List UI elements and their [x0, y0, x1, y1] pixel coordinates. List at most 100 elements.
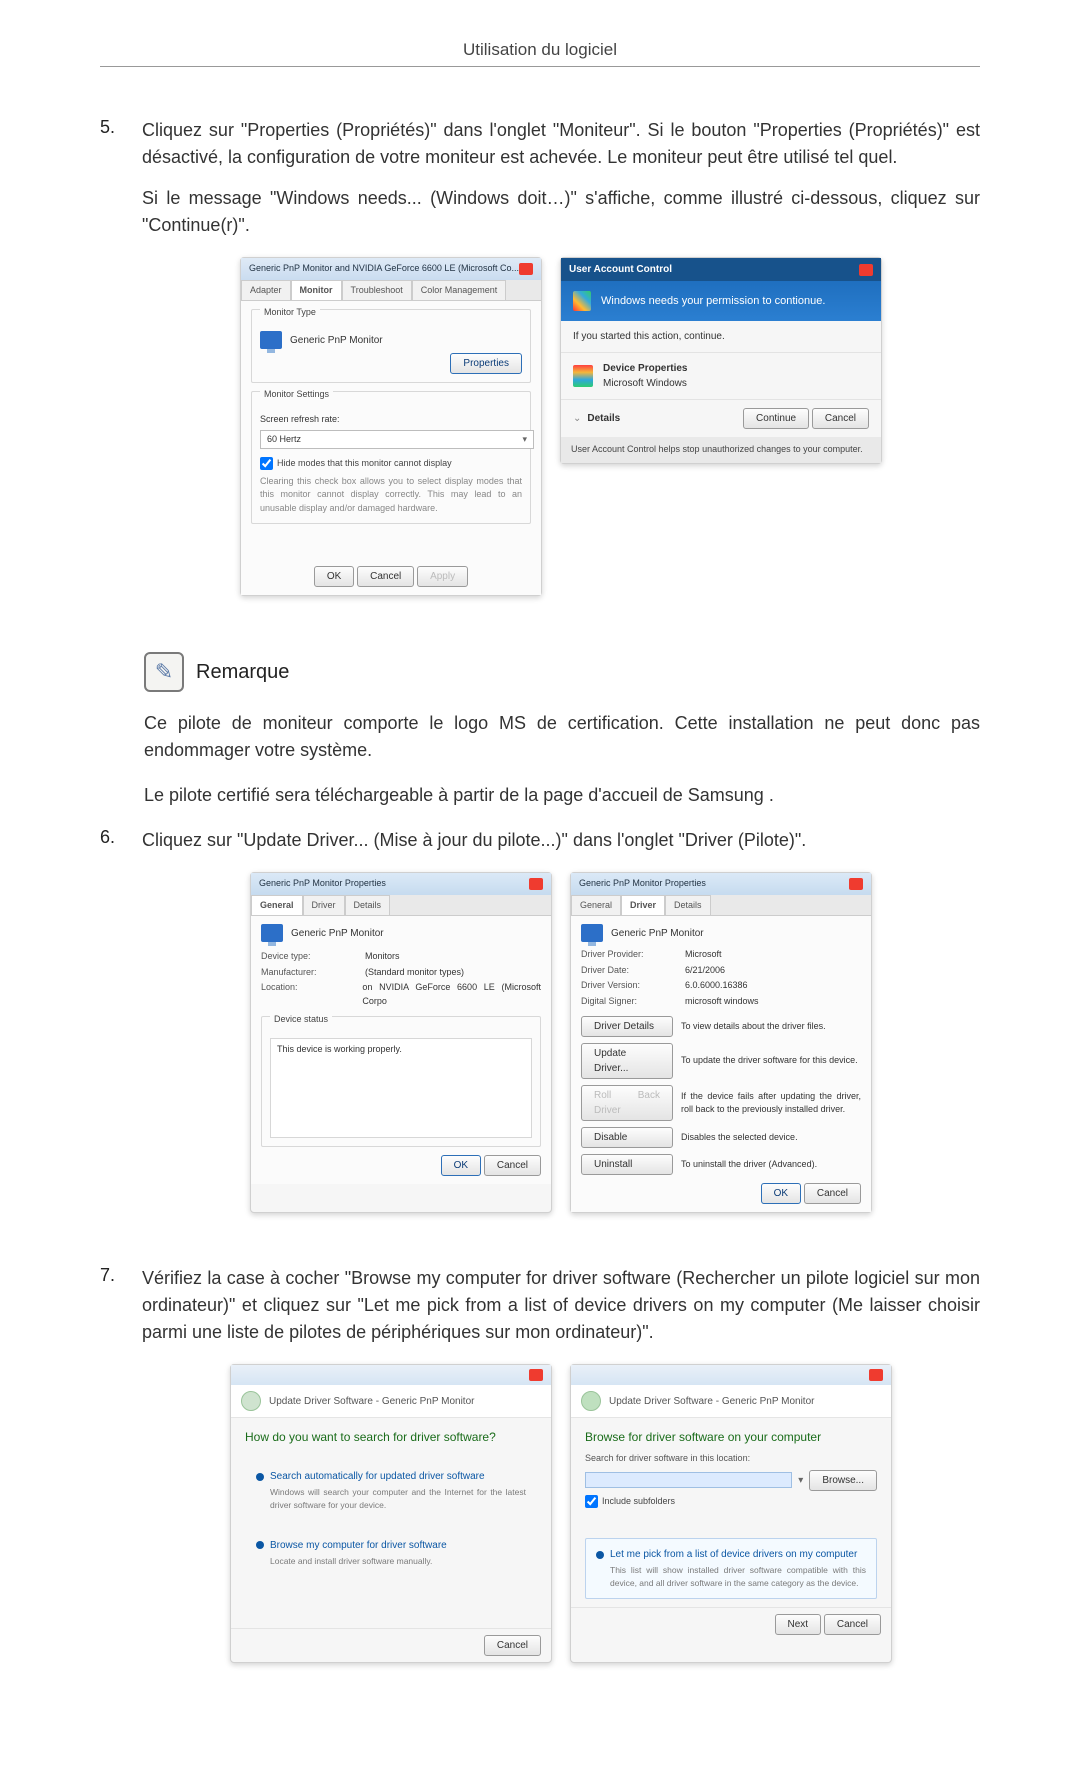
continue-button[interactable]: Continue: [743, 408, 809, 429]
cancel-button[interactable]: Cancel: [357, 566, 414, 587]
hide-modes-note: Clearing this check box allows you to se…: [260, 475, 522, 516]
properties-button[interactable]: Properties: [450, 353, 522, 374]
tab-driver[interactable]: Driver: [621, 895, 665, 916]
tab-driver[interactable]: Driver: [303, 895, 345, 916]
location-label: Search for driver software in this locat…: [571, 1452, 891, 1466]
include-subfolders-label: Include subfolders: [602, 1495, 675, 1509]
option-browse-my-computer[interactable]: Browse my computer for driver software L…: [245, 1529, 537, 1577]
ok-button[interactable]: OK: [761, 1183, 801, 1204]
close-icon[interactable]: [519, 263, 533, 275]
step5-para2: Si le message "Windows needs... (Windows…: [142, 185, 980, 239]
step-number: 5.: [100, 117, 142, 138]
value: (Standard monitor types): [365, 966, 464, 980]
close-icon[interactable]: [869, 1369, 883, 1381]
uac-publisher: Microsoft Windows: [603, 376, 688, 391]
back-button[interactable]: [581, 1391, 601, 1411]
tab-color-management[interactable]: Color Management: [412, 280, 507, 301]
refresh-rate-select[interactable]: 60 Hertz ▾: [260, 430, 534, 450]
tab-general[interactable]: General: [571, 895, 621, 916]
dialog-title: Generic PnP Monitor and NVIDIA GeForce 6…: [249, 262, 519, 276]
monitor-icon: [581, 924, 603, 942]
option-title: Search automatically for updated driver …: [256, 1469, 526, 1484]
monitor-type-value: Generic PnP Monitor: [290, 333, 383, 348]
tab-general[interactable]: General: [251, 895, 303, 916]
ok-button[interactable]: OK: [314, 566, 354, 587]
chevron-down-icon[interactable]: ⌄: [573, 411, 581, 426]
value: Microsoft: [685, 948, 722, 962]
uac-headline: Windows needs your permission to contion…: [601, 293, 825, 310]
uac-footer-note: User Account Control helps stop unauthor…: [561, 437, 881, 463]
update-driver-wizard-browse: Update Driver Software - Generic PnP Mon…: [570, 1364, 892, 1663]
refresh-rate-label: Screen refresh rate:: [260, 413, 522, 427]
device-properties-general-dialog: Generic PnP Monitor Properties General D…: [250, 872, 552, 1213]
tab-troubleshoot[interactable]: Troubleshoot: [342, 280, 412, 301]
ok-button[interactable]: OK: [441, 1155, 481, 1176]
step7-para1: Vérifiez la case à cocher "Browse my com…: [142, 1265, 980, 1346]
page-title: Utilisation du logiciel: [100, 40, 980, 67]
rollback-driver-button[interactable]: Roll Back Driver: [581, 1085, 673, 1121]
browse-button[interactable]: Browse...: [809, 1470, 877, 1491]
driver-details-button[interactable]: Driver Details: [581, 1016, 673, 1037]
back-button[interactable]: [241, 1391, 261, 1411]
tab-details[interactable]: Details: [665, 895, 711, 916]
uac-started-label: If you started this action, continue.: [561, 321, 881, 352]
uninstall-button[interactable]: Uninstall: [581, 1154, 673, 1175]
uac-program-name: Device Properties: [603, 361, 688, 376]
step5-para1: Cliquez sur "Properties (Propriétés)" da…: [142, 117, 980, 171]
wizard-breadcrumb: Update Driver Software - Generic PnP Mon…: [609, 1394, 814, 1409]
chevron-down-icon[interactable]: ▾: [798, 1473, 803, 1488]
remark-para1: Ce pilote de moniteur comporte le logo M…: [144, 710, 980, 764]
label: Driver Provider:: [581, 948, 661, 962]
hide-modes-checkbox[interactable]: Hide modes that this monitor cannot disp…: [260, 457, 522, 471]
device-name: Generic PnP Monitor: [291, 926, 384, 941]
tab-adapter[interactable]: Adapter: [241, 280, 291, 301]
option-search-automatically[interactable]: Search automatically for updated driver …: [245, 1460, 537, 1521]
disable-button[interactable]: Disable: [581, 1127, 673, 1148]
device-status-text: This device is working properly.: [270, 1038, 532, 1138]
remark-label: Remarque: [196, 661, 289, 684]
step-number: 6.: [100, 827, 142, 848]
wizard-heading: Browse for driver software on your compu…: [571, 1418, 891, 1452]
dialog-title: Generic PnP Monitor Properties: [259, 877, 386, 891]
cancel-button[interactable]: Cancel: [484, 1155, 541, 1176]
monitor-icon: [260, 331, 282, 349]
uninstall-desc: To uninstall the driver (Advanced).: [681, 1158, 861, 1172]
close-icon[interactable]: [529, 1369, 543, 1381]
details-toggle[interactable]: Details: [587, 411, 620, 426]
value: 6/21/2006: [685, 964, 725, 978]
monitor-icon: [261, 924, 283, 942]
uac-title: User Account Control: [569, 262, 672, 277]
label: Driver Date:: [581, 964, 661, 978]
include-subfolders-checkbox[interactable]: Include subfolders: [585, 1495, 877, 1509]
monitor-settings-dialog: Generic PnP Monitor and NVIDIA GeForce 6…: [240, 257, 542, 596]
close-icon[interactable]: [529, 878, 543, 890]
monitor-type-section: Monitor Type: [260, 307, 320, 317]
chevron-down-icon: ▾: [522, 433, 527, 447]
label: Device type:: [261, 950, 341, 964]
shield-icon: [573, 291, 591, 311]
close-icon[interactable]: [849, 878, 863, 890]
cancel-button[interactable]: Cancel: [812, 408, 869, 429]
tab-details[interactable]: Details: [345, 895, 391, 916]
apply-button[interactable]: Apply: [417, 566, 468, 587]
step-number: 7.: [100, 1265, 142, 1286]
cancel-button[interactable]: Cancel: [804, 1183, 861, 1204]
note-icon: ✎: [144, 652, 184, 692]
device-name: Generic PnP Monitor: [611, 926, 704, 941]
update-driver-wizard-search: Update Driver Software - Generic PnP Mon…: [230, 1364, 552, 1663]
close-icon[interactable]: [859, 264, 873, 276]
value: 6.0.6000.16386: [685, 979, 748, 993]
location-input[interactable]: [585, 1472, 792, 1488]
option-title: Browse my computer for driver software: [256, 1538, 526, 1553]
rollback-driver-desc: If the device fails after updating the d…: [681, 1090, 861, 1117]
program-icon: [573, 365, 593, 387]
hide-modes-label: Hide modes that this monitor cannot disp…: [277, 457, 452, 471]
tab-monitor[interactable]: Monitor: [291, 280, 342, 301]
label: Digital Signer:: [581, 995, 661, 1009]
next-button[interactable]: Next: [775, 1614, 822, 1635]
option-desc: This list will show installed driver sof…: [610, 1564, 866, 1590]
cancel-button[interactable]: Cancel: [824, 1614, 881, 1635]
update-driver-button[interactable]: Update Driver...: [581, 1043, 673, 1079]
cancel-button[interactable]: Cancel: [484, 1635, 541, 1656]
option-let-me-pick[interactable]: Let me pick from a list of device driver…: [585, 1538, 877, 1599]
